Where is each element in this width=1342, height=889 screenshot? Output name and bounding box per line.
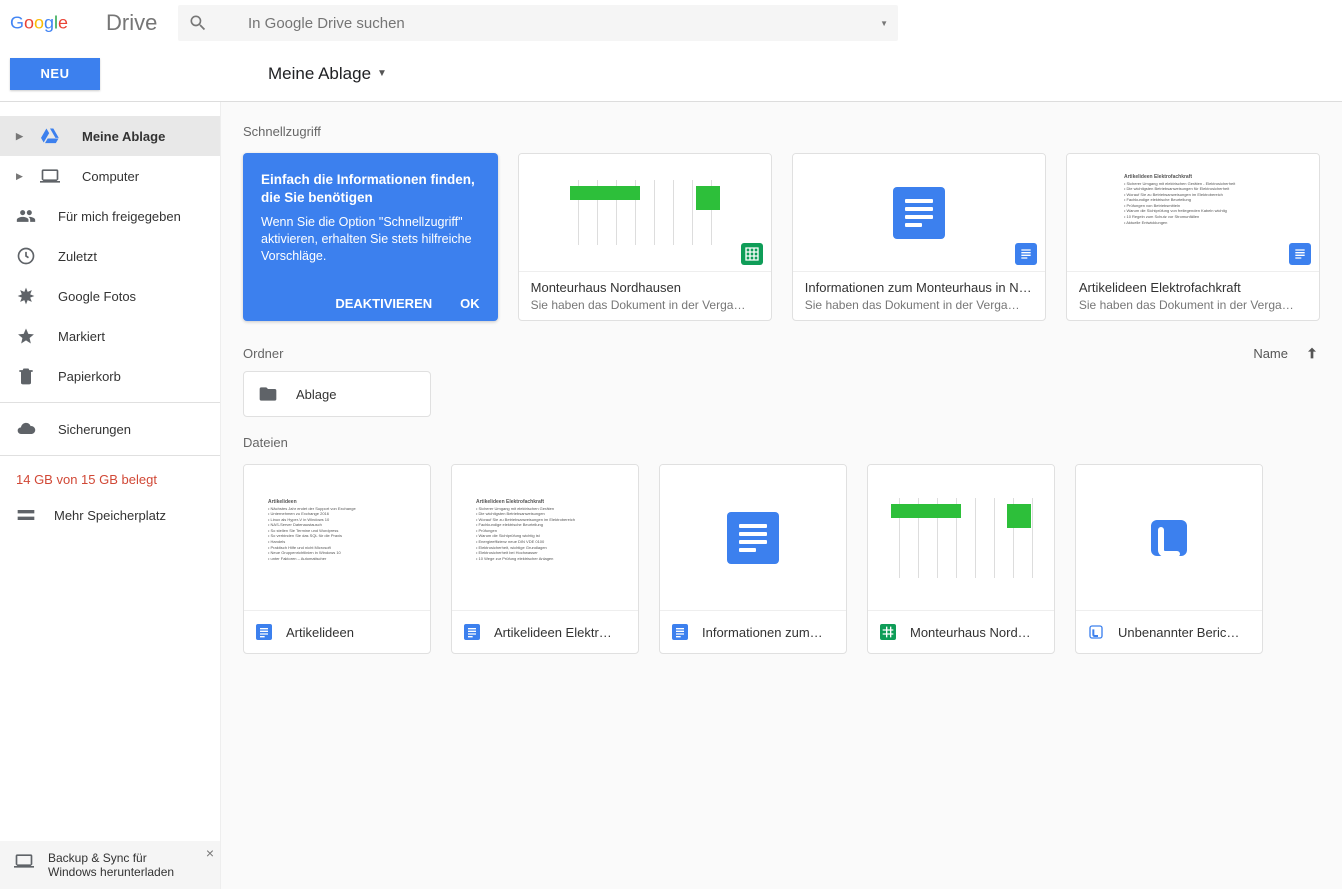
- search-options-icon[interactable]: ▼: [880, 19, 888, 28]
- sidebar-item-backups[interactable]: Sicherungen: [0, 409, 220, 449]
- sidebar-item-label: Markiert: [58, 329, 105, 344]
- sidebar-item-label: Für mich freigegeben: [58, 209, 181, 224]
- docs-icon: [1289, 243, 1311, 265]
- file-card[interactable]: Unbenannter Beric…: [1075, 464, 1263, 654]
- backup-sync-promo[interactable]: × Backup & Sync für Windows herunterlade…: [0, 841, 220, 889]
- sidebar-item-recent[interactable]: Zuletzt: [0, 236, 220, 276]
- breadcrumb[interactable]: Meine Ablage ▼: [268, 64, 387, 84]
- folders-heading: Ordner: [243, 346, 283, 361]
- quick-card-title: Monteurhaus Nordhausen: [531, 280, 759, 295]
- sidebar: ▶ Meine Ablage ▶ Computer Für mich freig…: [0, 102, 220, 889]
- expand-icon: ▶: [16, 171, 28, 182]
- sidebar-item-label: Google Fotos: [58, 289, 136, 304]
- promo-body: Wenn Sie die Option "Schnellzugriff" akt…: [261, 214, 480, 265]
- file-card[interactable]: Monteurhaus Nord…: [867, 464, 1055, 654]
- sidebar-item-starred[interactable]: Markiert: [0, 316, 220, 356]
- quick-card-subtitle: Sie haben das Dokument in der Verga…: [1079, 298, 1307, 312]
- thumbnail-spreadsheet: [560, 180, 730, 245]
- toolbar: NEU Meine Ablage ▼: [0, 46, 1342, 102]
- search-input[interactable]: [208, 15, 880, 32]
- file-name: Unbenannter Beric…: [1118, 625, 1239, 640]
- people-icon: [16, 206, 36, 226]
- sidebar-item-label: Meine Ablage: [82, 129, 165, 144]
- sort-label: Name: [1253, 346, 1288, 361]
- clock-icon: [16, 246, 36, 266]
- files-heading: Dateien: [243, 435, 1320, 450]
- promo-deactivate-button[interactable]: DEAKTIVIEREN: [335, 296, 432, 311]
- promo-ok-button[interactable]: OK: [460, 296, 480, 311]
- sort-control[interactable]: Name: [1253, 345, 1320, 361]
- docs-icon: [1015, 243, 1037, 265]
- sidebar-item-label: Zuletzt: [58, 249, 97, 264]
- logo-product-name: Drive: [106, 10, 157, 36]
- quick-card-title: Informationen zum Monteurhaus in N…: [805, 280, 1033, 295]
- file-card[interactable]: ArtikelideenNächstes Jahr endet der Supp…: [243, 464, 431, 654]
- folder-icon: [258, 384, 278, 404]
- docs-icon: [464, 624, 480, 640]
- sheets-icon: [880, 624, 896, 640]
- breadcrumb-label: Meine Ablage: [268, 64, 371, 84]
- computer-icon: [40, 166, 60, 186]
- quick-access-promo-card: Einfach die Informationen finden, die Si…: [243, 153, 498, 321]
- thumbnail-docs-icon: [727, 512, 779, 564]
- quick-access-card[interactable]: Monteurhaus Nordhausen Sie haben das Dok…: [518, 153, 772, 321]
- promo-title: Einfach die Informationen finden, die Si…: [261, 171, 480, 206]
- sidebar-item-label: Sicherungen: [58, 422, 131, 437]
- photos-icon: [16, 286, 36, 306]
- storage-icon: [16, 505, 36, 525]
- docs-icon: [256, 624, 272, 640]
- quick-access-card[interactable]: Artikelideen Elektrofachkraft Sicherer U…: [1066, 153, 1320, 321]
- header: Google Drive ▼: [0, 0, 1342, 46]
- docs-icon: [672, 624, 688, 640]
- quick-access-heading: Schnellzugriff: [243, 124, 1320, 139]
- sidebar-item-photos[interactable]: Google Fotos: [0, 276, 220, 316]
- thumbnail-document: ArtikelideenNächstes Jahr endet der Supp…: [262, 493, 412, 583]
- sidebar-item-label: Computer: [82, 169, 139, 184]
- report-icon: [1088, 624, 1104, 640]
- sidebar-item-trash[interactable]: Papierkorb: [0, 356, 220, 396]
- main-content: Schnellzugriff Einfach die Informationen…: [220, 102, 1342, 889]
- thumbnail-document: Artikelideen Elektrofachkraft Sicherer U…: [1118, 168, 1268, 258]
- thumbnail-document: Artikelideen ElektrofachkraftSicherer Um…: [470, 493, 620, 583]
- file-name: Monteurhaus Nord…: [910, 625, 1031, 640]
- drive-icon: [40, 126, 60, 146]
- backup-promo-line2: Windows herunterladen: [48, 865, 174, 879]
- search-icon: [188, 13, 208, 33]
- sidebar-item-computers[interactable]: ▶ Computer: [0, 156, 220, 196]
- thumbnail-spreadsheet: [881, 498, 1041, 578]
- file-name: Artikelideen Elektr…: [494, 625, 612, 640]
- search-box[interactable]: ▼: [178, 5, 898, 41]
- laptop-icon: [14, 851, 34, 871]
- file-card[interactable]: Artikelideen ElektrofachkraftSicherer Um…: [451, 464, 639, 654]
- chevron-down-icon: ▼: [377, 68, 387, 79]
- trash-icon: [16, 366, 36, 386]
- quick-access-card[interactable]: Informationen zum Monteurhaus in N… Sie …: [792, 153, 1046, 321]
- storage-usage: 14 GB von 15 GB belegt: [0, 462, 220, 497]
- thumbnail-docs-icon: [893, 187, 945, 239]
- file-name: Artikelideen: [286, 625, 354, 640]
- quick-card-subtitle: Sie haben das Dokument in der Verga…: [805, 298, 1033, 312]
- close-icon[interactable]: ×: [206, 845, 214, 861]
- quick-card-subtitle: Sie haben das Dokument in der Verga…: [531, 298, 759, 312]
- buy-storage-link[interactable]: Mehr Speicherplatz: [0, 497, 220, 533]
- cloud-icon: [16, 419, 36, 439]
- arrow-up-icon: [1304, 345, 1320, 361]
- sheets-icon: [741, 243, 763, 265]
- backup-promo-line1: Backup & Sync für: [48, 851, 174, 865]
- quick-card-title: Artikelideen Elektrofachkraft: [1079, 280, 1307, 295]
- folder-name: Ablage: [296, 387, 336, 402]
- expand-icon: ▶: [16, 131, 28, 142]
- buy-storage-label: Mehr Speicherplatz: [54, 508, 166, 523]
- folder-item[interactable]: Ablage: [243, 371, 431, 417]
- svg-text:Google: Google: [10, 13, 68, 33]
- report-icon: [1145, 514, 1193, 562]
- drive-logo[interactable]: Google Drive: [10, 9, 178, 37]
- star-icon: [16, 326, 36, 346]
- file-card[interactable]: Informationen zum…: [659, 464, 847, 654]
- file-name: Informationen zum…: [702, 625, 823, 640]
- new-button[interactable]: NEU: [10, 58, 100, 90]
- sidebar-item-my-drive[interactable]: ▶ Meine Ablage: [0, 116, 220, 156]
- sidebar-item-label: Papierkorb: [58, 369, 121, 384]
- sidebar-item-shared[interactable]: Für mich freigegeben: [0, 196, 220, 236]
